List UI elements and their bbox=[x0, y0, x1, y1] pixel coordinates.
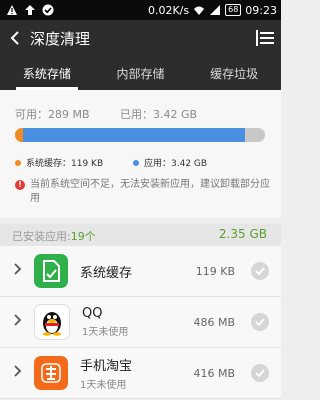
app-size: 119 KB bbox=[195, 264, 235, 278]
warning-text: 当前系统空间不足，无法安装新应用，建议卸载部分应用 bbox=[30, 179, 270, 204]
legend-dot bbox=[133, 159, 139, 166]
installed-label: 已安装应用: bbox=[12, 230, 71, 243]
legend-dot bbox=[15, 159, 21, 166]
app-name: QQ bbox=[82, 306, 103, 321]
installed-count: 19个 bbox=[70, 230, 96, 243]
battery-level: 68 bbox=[225, 4, 242, 16]
app-list: 系统缓存 119 KB QQ 1天未使用 486 MB 手机淘宝 1天未使用 4… bbox=[0, 246, 281, 399]
taobao-icon bbox=[34, 356, 68, 390]
storage-bar-cache bbox=[15, 128, 23, 142]
warning-icon bbox=[6, 4, 18, 16]
installed-apps-header: 已安装应用:19个 2.35 GB bbox=[0, 224, 281, 246]
used-label: 已用：3.42 GB bbox=[120, 108, 198, 121]
wifi-icon bbox=[193, 4, 205, 16]
chevron-right-icon[interactable] bbox=[14, 314, 30, 330]
title-bar: 深度清理 bbox=[0, 20, 281, 56]
battery-icon: 68 bbox=[225, 4, 242, 16]
checkbox-icon[interactable] bbox=[251, 313, 269, 331]
upload-icon bbox=[24, 4, 36, 16]
check-icon bbox=[42, 4, 54, 16]
chevron-right-icon[interactable] bbox=[14, 365, 30, 381]
status-bar: 0.02K/s 68 09:23 bbox=[0, 0, 281, 20]
list-item-system-cache[interactable]: 系统缓存 119 KB bbox=[0, 246, 281, 297]
storage-bar-apps bbox=[22, 128, 245, 142]
chevron-right-icon[interactable] bbox=[14, 263, 30, 279]
app-name: 系统缓存 bbox=[80, 265, 133, 281]
list-item-taobao[interactable]: 手机淘宝 1天未使用 416 MB bbox=[0, 348, 281, 399]
back-arrow-icon[interactable] bbox=[2, 20, 28, 56]
app-size: 486 MB bbox=[193, 315, 235, 329]
alert-icon: ! bbox=[15, 180, 25, 190]
app-name: 手机淘宝 bbox=[80, 359, 133, 374]
signal-icon bbox=[209, 4, 221, 16]
tab-cache-junk[interactable]: 缓存垃圾 bbox=[187, 56, 281, 90]
list-item-qq[interactable]: QQ 1天未使用 486 MB bbox=[0, 297, 281, 348]
installed-total: 2.35 GB bbox=[218, 227, 267, 241]
app-size: 416 MB bbox=[193, 366, 235, 380]
list-icon[interactable] bbox=[249, 20, 281, 56]
available-label: 可用：289 MB bbox=[15, 108, 90, 121]
qq-penguin-icon bbox=[34, 304, 70, 340]
storage-bar bbox=[15, 128, 265, 142]
page-title: 深度清理 bbox=[30, 29, 91, 48]
checkbox-icon[interactable] bbox=[251, 262, 269, 280]
net-speed: 0.02K/s bbox=[147, 3, 190, 17]
legend-apps: 应用：3.42 GB bbox=[133, 156, 207, 169]
app-last-used: 1天未使用 bbox=[80, 380, 127, 391]
legend-system-cache: 系统缓存：119 KB bbox=[15, 156, 103, 169]
tab-internal-storage[interactable]: 内部存储 bbox=[94, 56, 188, 90]
system-cache-icon bbox=[34, 254, 68, 288]
app-last-used: 1天未使用 bbox=[82, 327, 129, 338]
tab-system-storage[interactable]: 系统存储 bbox=[0, 56, 94, 90]
checkbox-icon[interactable] bbox=[251, 364, 269, 382]
storage-warning: ! 当前系统空间不足，无法安装新应用，建议卸载部分应用 bbox=[15, 178, 277, 206]
tab-bar: 系统存储 内部存储 缓存垃圾 bbox=[0, 56, 281, 90]
clock: 09:23 bbox=[245, 3, 277, 17]
